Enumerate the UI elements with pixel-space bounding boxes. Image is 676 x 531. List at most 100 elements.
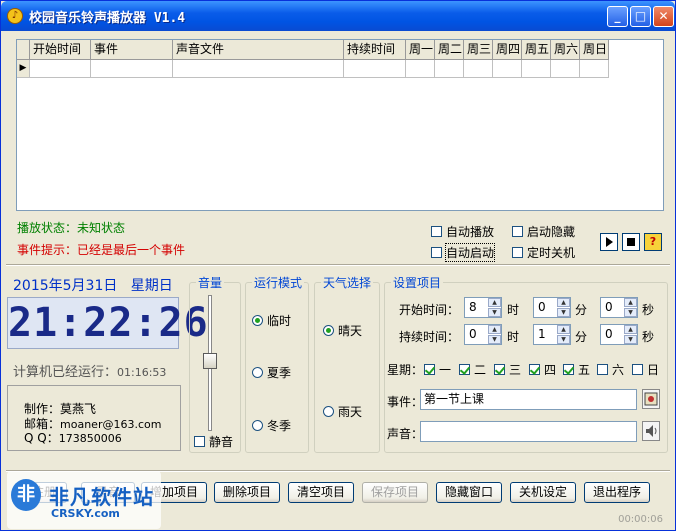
day-sun-checkbox[interactable]: 日	[632, 361, 659, 378]
day-wed-checkbox[interactable]: 三	[494, 361, 521, 378]
col-thu[interactable]: 周四	[493, 40, 522, 60]
table-cell[interactable]	[30, 60, 91, 78]
checkbox-box[interactable]	[563, 364, 574, 375]
spin-down-icon[interactable]: ▼	[624, 308, 637, 317]
checkbox-box[interactable]	[512, 247, 523, 258]
duration-hour-spinner[interactable]: 0 ▲ ▼	[464, 324, 502, 345]
schedule-grid[interactable]: 开始时间 事件 声音文件 持续时间 周一 周二 周三 周四 周五 周六 周日 ▶	[16, 39, 664, 211]
weekday-text: 星期日	[130, 278, 173, 294]
radio-dot[interactable]	[323, 406, 334, 417]
col-wed[interactable]: 周三	[464, 40, 493, 60]
mode-radio-temp[interactable]: 临时	[252, 312, 291, 329]
spin-up-icon[interactable]: ▲	[488, 325, 501, 334]
minimize-button[interactable]: _	[607, 6, 628, 27]
auto-start-checkbox[interactable]: 自动启动	[431, 243, 496, 262]
table-cell[interactable]	[464, 60, 493, 78]
weather-radio-rainy[interactable]: 雨天	[323, 403, 362, 420]
auto-hide-checkbox[interactable]: 启动隐藏	[512, 223, 575, 240]
volume-slider[interactable]	[203, 353, 217, 369]
day-sat-checkbox[interactable]: 六	[597, 361, 624, 378]
table-cell[interactable]	[522, 60, 551, 78]
start-minute-spinner[interactable]: 0 ▲ ▼	[533, 297, 571, 318]
radio-dot[interactable]	[252, 420, 263, 431]
table-cell[interactable]	[551, 60, 580, 78]
event-field[interactable]: 第一节上课	[420, 389, 637, 410]
duration-minute-spinner[interactable]: 1 ▲ ▼	[533, 324, 571, 345]
save-item-button[interactable]: 保存项目	[362, 482, 428, 503]
radio-dot[interactable]	[252, 315, 263, 326]
checkbox-box[interactable]	[632, 364, 643, 375]
col-sound-file[interactable]: 声音文件	[173, 40, 344, 60]
spin-up-icon[interactable]: ▲	[624, 298, 637, 307]
checkbox-box[interactable]	[529, 364, 540, 375]
speaker-icon[interactable]	[642, 421, 660, 441]
start-second-spinner[interactable]: 0 ▲ ▼	[600, 297, 638, 318]
spin-up-icon[interactable]: ▲	[557, 325, 570, 334]
duration-second-spinner[interactable]: 0 ▲ ▼	[600, 324, 638, 345]
mode-radio-winter[interactable]: 冬季	[252, 417, 291, 434]
shutdown-settings-button[interactable]: 关机设定	[510, 482, 576, 503]
clear-items-button[interactable]: 清空项目	[288, 482, 354, 503]
weather-radio-sunny[interactable]: 晴天	[323, 322, 362, 339]
table-cell[interactable]	[580, 60, 609, 78]
timed-shutdown-label: 定时关机	[527, 246, 576, 260]
checkbox-box[interactable]	[424, 364, 435, 375]
col-sat[interactable]: 周六	[551, 40, 580, 60]
row-marker-icon: ▶	[17, 60, 30, 78]
col-mon[interactable]: 周一	[406, 40, 435, 60]
table-cell[interactable]	[344, 60, 406, 78]
checkbox-box[interactable]	[431, 226, 442, 237]
checkbox-box[interactable]	[459, 364, 470, 375]
checkbox-box[interactable]	[512, 226, 523, 237]
col-sun[interactable]: 周日	[580, 40, 609, 60]
spin-down-icon[interactable]: ▼	[557, 308, 570, 317]
spin-down-icon[interactable]: ▼	[557, 335, 570, 344]
event-picker-icon[interactable]	[642, 389, 660, 409]
mute-checkbox[interactable]: 静音	[194, 433, 233, 450]
minute-unit: 分	[575, 303, 588, 317]
day-fri-checkbox[interactable]: 五	[563, 361, 590, 378]
spin-down-icon[interactable]: ▼	[488, 308, 501, 317]
spin-down-icon[interactable]: ▼	[624, 335, 637, 344]
help-icon[interactable]: ?	[644, 233, 662, 251]
stop-icon[interactable]	[622, 233, 640, 251]
table-cell[interactable]	[435, 60, 464, 78]
start-hour-spinner[interactable]: 8 ▲ ▼	[464, 297, 502, 318]
close-button[interactable]: ✕	[653, 6, 674, 27]
day-mon-checkbox[interactable]: 一	[424, 361, 451, 378]
title-bar[interactable]: ♪ 校园音乐铃声播放器 V1.4 _ □ ✕	[1, 1, 675, 31]
sound-field[interactable]	[420, 421, 637, 442]
radio-dot[interactable]	[252, 367, 263, 378]
table-cell[interactable]	[493, 60, 522, 78]
spin-up-icon[interactable]: ▲	[557, 298, 570, 307]
checkbox-box[interactable]	[431, 247, 442, 258]
second-unit: 秒	[642, 303, 655, 317]
author-info: 制作：莫燕飞 邮箱：moaner@163.com Q Q：173850006	[7, 385, 181, 451]
day-thu-checkbox[interactable]: 四	[529, 361, 556, 378]
table-cell[interactable]	[406, 60, 435, 78]
hide-window-button[interactable]: 隐藏窗口	[436, 482, 502, 503]
maximize-button[interactable]: □	[630, 6, 651, 27]
checkbox-box[interactable]	[194, 436, 205, 447]
checkbox-box[interactable]	[597, 364, 608, 375]
delete-item-button[interactable]: 删除项目	[214, 482, 280, 503]
auto-play-checkbox[interactable]: 自动播放	[431, 223, 494, 240]
mode-radio-summer[interactable]: 夏季	[252, 364, 291, 381]
mute-label: 静音	[209, 435, 234, 449]
col-fri[interactable]: 周五	[522, 40, 551, 60]
timed-shutdown-checkbox[interactable]: 定时关机	[512, 244, 575, 261]
table-cell[interactable]	[91, 60, 173, 78]
col-duration[interactable]: 持续时间	[344, 40, 406, 60]
col-start-time[interactable]: 开始时间	[30, 40, 91, 60]
day-tue-checkbox[interactable]: 二	[459, 361, 486, 378]
table-cell[interactable]	[173, 60, 344, 78]
play-icon[interactable]	[600, 233, 618, 251]
col-event[interactable]: 事件	[91, 40, 173, 60]
col-tue[interactable]: 周二	[435, 40, 464, 60]
checkbox-box[interactable]	[494, 364, 505, 375]
spin-up-icon[interactable]: ▲	[488, 298, 501, 307]
exit-button[interactable]: 退出程序	[584, 482, 650, 503]
spin-up-icon[interactable]: ▲	[624, 325, 637, 334]
spin-down-icon[interactable]: ▼	[488, 335, 501, 344]
radio-dot[interactable]	[323, 325, 334, 336]
